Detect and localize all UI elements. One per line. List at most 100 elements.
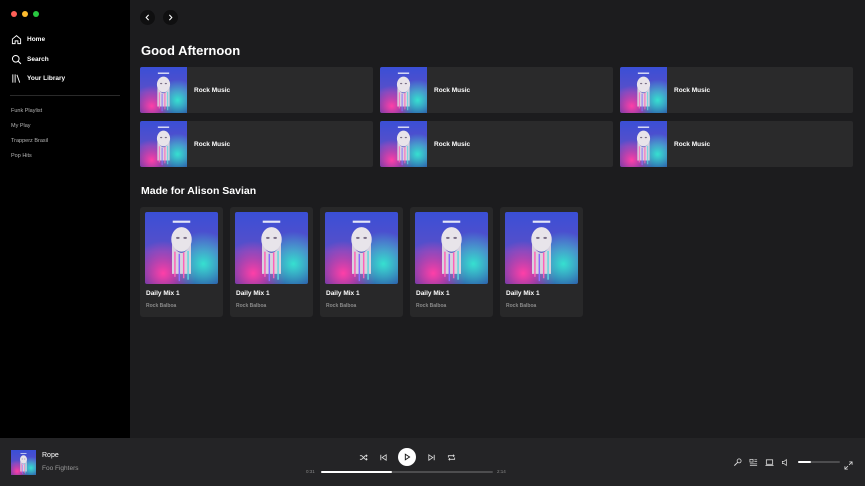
now-playing-cover[interactable] xyxy=(11,450,36,475)
nav-item-label: Home xyxy=(27,36,46,43)
mix-title: Daily Mix 1 xyxy=(506,290,540,297)
quick-pick-label: Rock Music xyxy=(194,140,231,148)
mix-title: Daily Mix 1 xyxy=(236,290,270,297)
nav-item-label: Your Library xyxy=(27,75,66,82)
queue-icon xyxy=(749,458,757,466)
album-cover xyxy=(505,212,578,284)
mix-card[interactable]: Daily Mix 1 Rock Balboa xyxy=(500,207,583,317)
album-cover xyxy=(415,212,488,284)
quick-pick-label: Rock Music xyxy=(674,86,711,94)
volume-slider[interactable] xyxy=(798,461,840,463)
quick-pick-label: Rock Music xyxy=(434,140,471,148)
nav-item-home[interactable]: Home xyxy=(11,34,65,45)
mix-title: Daily Mix 1 xyxy=(416,290,450,297)
quick-pick-card[interactable]: Rock Music xyxy=(620,67,853,113)
back-button[interactable] xyxy=(140,10,155,25)
album-cover xyxy=(620,121,667,167)
playback-controls xyxy=(356,448,458,466)
nav-item-label: Search xyxy=(27,55,49,63)
maximize-window-dot[interactable] xyxy=(33,11,39,17)
quick-pick-card[interactable]: Rock Music xyxy=(140,121,373,167)
microphone-icon xyxy=(733,457,742,466)
lyrics-button[interactable] xyxy=(732,457,742,467)
nav-item-search[interactable]: Search xyxy=(11,54,65,65)
quick-pick-card[interactable]: Rock Music xyxy=(620,121,853,167)
mix-card[interactable]: Daily Mix 1 Rock Balboa xyxy=(230,207,313,317)
next-button[interactable] xyxy=(424,450,438,464)
devices-button[interactable] xyxy=(764,457,774,467)
minimize-window-dot[interactable] xyxy=(22,11,28,17)
repeat-icon xyxy=(447,453,455,461)
playlist-list: Funk Playlist My Play Trapperz Brasil Po… xyxy=(11,108,48,168)
device-icon xyxy=(764,458,774,466)
home-icon xyxy=(11,35,22,45)
forward-button[interactable] xyxy=(163,10,178,25)
now-playing-title[interactable]: Rope xyxy=(42,452,59,459)
mix-card[interactable]: Daily Mix 1 Rock Balboa xyxy=(140,207,223,317)
play-icon xyxy=(404,453,411,461)
sidebar-divider xyxy=(10,95,120,96)
fullscreen-button[interactable] xyxy=(844,457,854,470)
skip-back-icon xyxy=(379,453,387,461)
mix-artist: Rock Balboa xyxy=(416,303,447,309)
volume-icon xyxy=(781,458,787,466)
mix-artist: Rock Balboa xyxy=(326,303,357,309)
quick-pick-card[interactable]: Rock Music xyxy=(380,121,613,167)
album-cover xyxy=(140,121,187,167)
mix-card[interactable]: Daily Mix 1 Rock Balboa xyxy=(320,207,403,317)
player-bar: Rope Foo Fighters 0:31 2:14 xyxy=(0,438,865,486)
main-nav: Home Search Your Library xyxy=(11,34,65,93)
extra-controls xyxy=(732,457,840,467)
quick-pick-card[interactable]: Rock Music xyxy=(140,67,373,113)
album-cover xyxy=(380,67,427,113)
sidebar: Home Search Your Library Funk Playlist M… xyxy=(0,0,130,438)
queue-button[interactable] xyxy=(748,457,758,467)
album-cover xyxy=(325,212,398,284)
quick-pick-label: Rock Music xyxy=(434,86,471,94)
mix-card[interactable]: Daily Mix 1 Rock Balboa xyxy=(410,207,493,317)
search-icon xyxy=(11,54,22,64)
progress-bar[interactable] xyxy=(321,471,493,473)
expand-icon xyxy=(844,461,853,470)
total-time: 2:14 xyxy=(497,469,506,474)
previous-button[interactable] xyxy=(376,450,390,464)
main-content: Good Afternoon Rock Music Rock Music Roc… xyxy=(130,0,865,438)
greeting-heading: Good Afternoon xyxy=(141,43,241,58)
quick-pick-card[interactable]: Rock Music xyxy=(380,67,613,113)
playlist-item[interactable]: Pop Hits xyxy=(11,153,48,161)
mix-title: Daily Mix 1 xyxy=(326,290,360,297)
library-icon xyxy=(12,74,21,83)
mix-artist: Rock Balboa xyxy=(236,303,267,309)
skip-forward-icon xyxy=(427,453,435,461)
album-cover xyxy=(145,212,218,284)
playlist-item[interactable]: Trapperz Brasil xyxy=(11,138,48,146)
play-button[interactable] xyxy=(398,448,416,466)
mix-title: Daily Mix 1 xyxy=(146,290,180,297)
album-cover xyxy=(620,67,667,113)
shuffle-icon xyxy=(359,453,368,461)
album-cover xyxy=(380,121,427,167)
now-playing-artist[interactable]: Foo Fighters xyxy=(42,465,79,472)
quick-pick-label: Rock Music xyxy=(674,140,711,148)
quick-picks-grid: Rock Music Rock Music Rock Music Rock Mu… xyxy=(140,67,853,167)
window-controls xyxy=(11,11,39,17)
nav-item-library[interactable]: Your Library xyxy=(11,73,65,84)
chevron-left-icon xyxy=(145,14,150,21)
shuffle-button[interactable] xyxy=(356,450,370,464)
close-window-dot[interactable] xyxy=(11,11,17,17)
made-for-heading: Made for Alison Savian xyxy=(141,185,257,197)
progress-fill xyxy=(321,471,392,473)
history-nav xyxy=(140,10,178,25)
volume-fill xyxy=(798,461,811,463)
playlist-item[interactable]: Funk Playlist xyxy=(11,108,48,116)
progress: 0:31 2:14 xyxy=(306,468,511,476)
mix-artist: Rock Balboa xyxy=(506,303,537,309)
mix-row: Daily Mix 1 Rock Balboa Daily Mix 1 Rock B… xyxy=(140,207,583,317)
album-cover xyxy=(235,212,308,284)
volume-button[interactable] xyxy=(780,457,790,467)
playlist-item[interactable]: My Play xyxy=(11,123,48,131)
repeat-button[interactable] xyxy=(444,450,458,464)
current-time: 0:31 xyxy=(306,469,315,474)
mix-artist: Rock Balboa xyxy=(146,303,177,309)
chevron-right-icon xyxy=(168,14,173,21)
